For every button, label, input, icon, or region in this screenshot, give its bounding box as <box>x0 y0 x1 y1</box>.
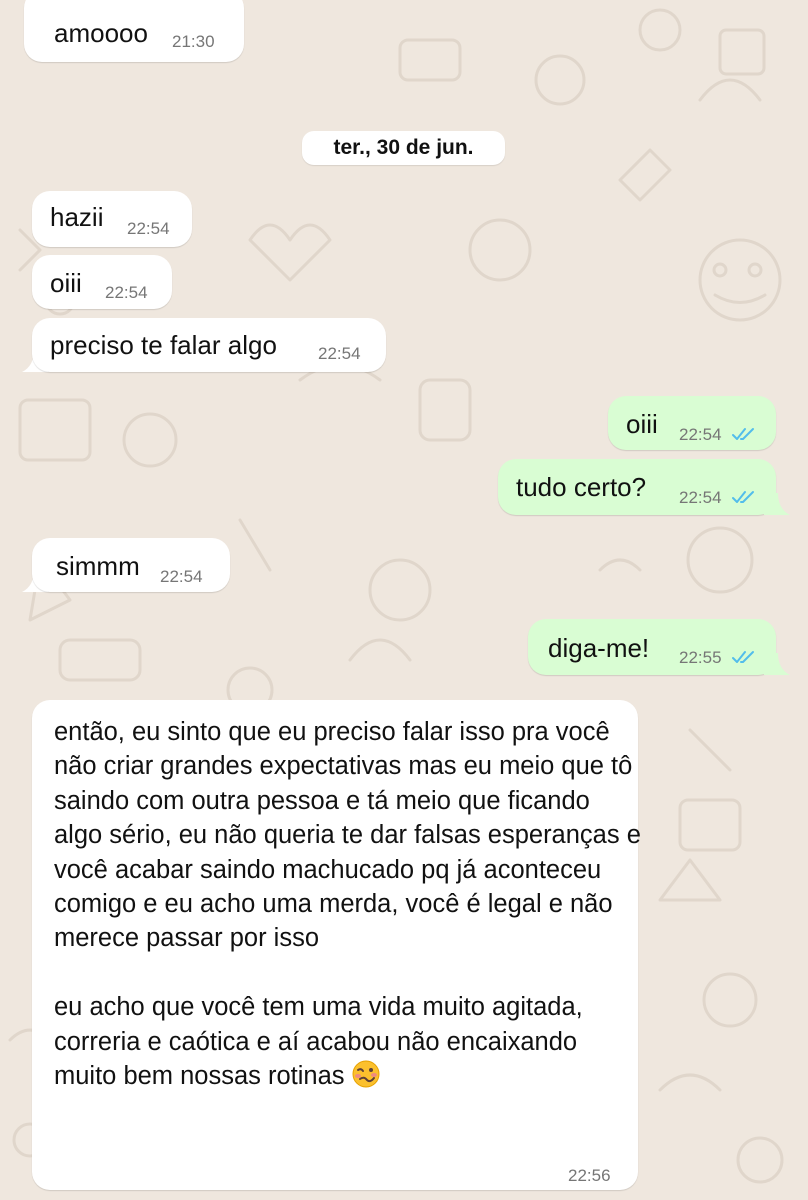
message-time: 22:55 <box>679 648 722 667</box>
message-text: tudo certo? <box>516 472 647 502</box>
read-receipt-icon <box>732 491 754 503</box>
message-bubble-incoming[interactable]: então, eu sinto que eu preciso falar iss… <box>32 700 641 1190</box>
message-text: hazii <box>50 202 104 232</box>
message-time: 22:56 <box>568 1166 611 1185</box>
message-bubble-outgoing[interactable]: diga-me! 22:55 <box>528 619 776 675</box>
message-bubble-incoming[interactable]: amoooo 21:30 <box>24 0 244 62</box>
message-bubble-incoming[interactable]: hazii 22:54 <box>32 191 192 247</box>
message-text: oiii <box>50 268 82 298</box>
message-bubble-outgoing[interactable]: tudo certo? 22:54 <box>498 459 776 515</box>
woozy-face-emoji-icon <box>352 1060 380 1088</box>
message-time: 22:54 <box>679 425 722 444</box>
bubble-tail <box>764 653 790 675</box>
message-time: 22:54 <box>679 488 722 507</box>
message-text-long: então, eu sinto que eu preciso falar iss… <box>54 715 644 1093</box>
date-separator: ter., 30 de jun. <box>302 131 505 165</box>
message-text: então, eu sinto que eu preciso falar iss… <box>54 718 641 1091</box>
message-text: amoooo <box>54 18 148 48</box>
read-receipt-icon <box>732 651 754 663</box>
read-receipt-icon <box>732 428 754 440</box>
message-bubble-incoming[interactable]: preciso te falar algo 22:54 <box>32 318 386 372</box>
message-time: 22:54 <box>318 344 361 363</box>
message-bubble-incoming[interactable]: oiii 22:54 <box>32 255 172 309</box>
message-time: 22:54 <box>160 567 203 586</box>
message-bubble-outgoing[interactable]: oiii 22:54 <box>608 396 776 450</box>
message-time: 22:54 <box>105 283 148 302</box>
message-text: simmm <box>56 551 140 581</box>
message-text: oiii <box>626 409 658 439</box>
message-text: diga-me! <box>548 633 650 663</box>
message-time: 22:54 <box>127 219 170 238</box>
message-text: preciso te falar algo <box>50 330 277 360</box>
message-bubble-incoming[interactable]: simmm 22:54 <box>32 538 230 592</box>
bubble-tail <box>764 493 790 515</box>
message-time: 21:30 <box>172 32 215 51</box>
